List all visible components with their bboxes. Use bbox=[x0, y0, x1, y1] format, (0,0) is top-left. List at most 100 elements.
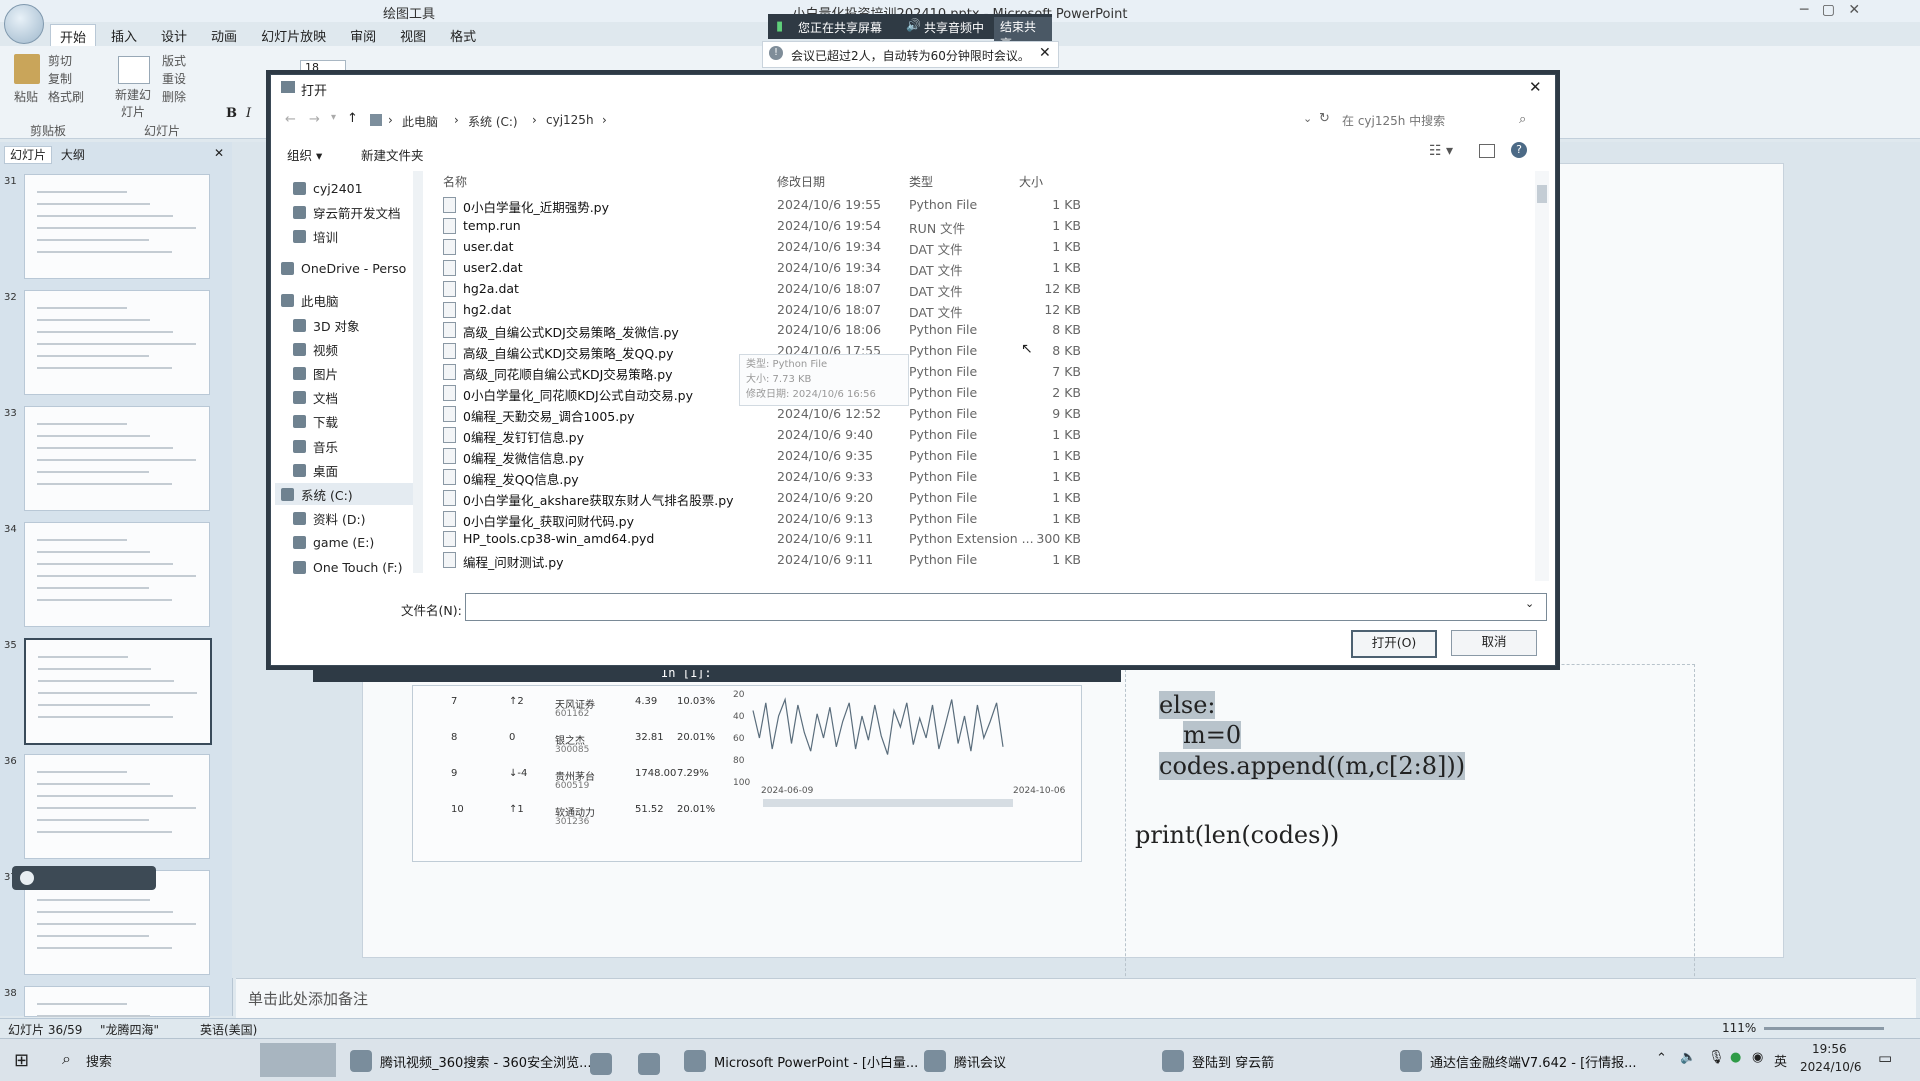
slide-thumbnail[interactable] bbox=[24, 406, 210, 511]
search-input[interactable] bbox=[1339, 108, 1541, 134]
filename-input[interactable] bbox=[465, 593, 1547, 621]
ribbon-tab-home[interactable]: 开始 bbox=[50, 24, 97, 46]
nav-item[interactable]: 下载 bbox=[293, 411, 338, 433]
nav-item[interactable]: 桌面 bbox=[293, 459, 338, 481]
slide-thumbnail[interactable] bbox=[24, 986, 210, 1065]
windows-start-icon[interactable]: ⊞ bbox=[14, 1050, 29, 1071]
taskbar-widget-image[interactable] bbox=[260, 1043, 336, 1077]
address-dropdown-icon[interactable]: ⌄ bbox=[1303, 112, 1312, 125]
cancel-button[interactable]: 取消 bbox=[1451, 630, 1537, 656]
new-slide-icon[interactable] bbox=[118, 56, 150, 84]
nav-item[interactable]: 此电脑 bbox=[281, 290, 339, 312]
tray-chevron-icon[interactable]: ⌃ bbox=[1656, 1051, 1667, 1066]
microphone-icon[interactable]: 🎙 bbox=[1708, 1050, 1725, 1065]
reset-button[interactable]: 重设 bbox=[162, 70, 186, 87]
delete-button[interactable]: 删除 bbox=[162, 88, 186, 105]
file-row[interactable]: 编程_问财测试.py 2024/10/6 9:11 Python File 1 KB bbox=[441, 550, 1521, 571]
calculator-icon[interactable] bbox=[590, 1053, 612, 1075]
paste-button[interactable]: 粘贴 bbox=[14, 88, 38, 105]
taskbar-tencent-meeting[interactable]: 腾讯会议 bbox=[924, 1047, 1006, 1075]
file-row[interactable]: 0编程_发QQ信息.py 2024/10/6 9:33 Python File 1 K… bbox=[441, 467, 1521, 488]
nav-item[interactable]: 音乐 bbox=[293, 435, 338, 457]
ime-indicator[interactable]: 英 bbox=[1774, 1051, 1787, 1070]
new-folder-button[interactable]: 新建文件夹 bbox=[361, 145, 424, 164]
file-row[interactable]: user.dat 2024/10/6 19:34 DAT 文件 1 KB bbox=[441, 237, 1521, 258]
ribbon-tab-format[interactable]: 格式 bbox=[441, 24, 485, 46]
file-row[interactable]: 高级_自编公式KDJ交易策略_发微信.py 2024/10/6 18:06 Pyth… bbox=[441, 320, 1521, 341]
format-painter-button[interactable]: 格式刷 bbox=[48, 88, 84, 105]
ribbon-tab-slideshow[interactable]: 幻灯片放映 bbox=[252, 24, 335, 46]
notification-icon[interactable]: ▭ bbox=[1878, 1049, 1892, 1067]
meeting-floating-toolbar[interactable] bbox=[12, 866, 156, 890]
column-name[interactable]: 名称 bbox=[443, 173, 467, 190]
open-button[interactable]: 打开(O) bbox=[1351, 630, 1437, 658]
nav-item[interactable]: 资料 (D:) bbox=[293, 508, 366, 530]
taskbar-search[interactable]: 搜索 bbox=[86, 1051, 112, 1070]
nav-item[interactable]: OneDrive - Perso bbox=[281, 258, 406, 280]
file-row[interactable]: 0小白学量化_近期强势.py 2024/10/6 19:55 Python File… bbox=[441, 195, 1521, 216]
breadcrumb-folder[interactable]: cyj125h bbox=[546, 113, 594, 127]
taskbar-chuanyunjian[interactable]: 登陆到 穿云箭 bbox=[1162, 1047, 1274, 1075]
wechat-icon[interactable]: ● bbox=[1730, 1050, 1741, 1065]
tab-slides[interactable]: 幻灯片 bbox=[4, 146, 53, 164]
filename-dropdown-icon[interactable]: ⌄ bbox=[1525, 597, 1534, 610]
chart-range-slider[interactable] bbox=[763, 799, 1013, 807]
slide-thumbnail[interactable] bbox=[24, 754, 210, 859]
ribbon-tab-insert[interactable]: 插入 bbox=[102, 24, 146, 46]
nav-item[interactable]: 培训 bbox=[293, 225, 338, 247]
slide-thumbnail[interactable] bbox=[24, 638, 212, 745]
recent-dropdown-icon[interactable]: ▾ bbox=[331, 112, 336, 123]
bold-button[interactable]: B bbox=[226, 106, 237, 121]
window-controls[interactable]: ─ ▢ ✕ bbox=[1800, 2, 1860, 18]
taskbar-tdx[interactable]: 通达信金融终端V7.642 - [行情报... bbox=[1400, 1047, 1637, 1075]
ribbon-tab-view[interactable]: 视图 bbox=[391, 24, 435, 46]
copy-button[interactable]: 复制 bbox=[48, 70, 72, 87]
file-row[interactable]: user2.dat 2024/10/6 19:34 DAT 文件 1 KB bbox=[441, 258, 1521, 279]
preview-pane-icon[interactable] bbox=[1479, 144, 1495, 158]
layout-button[interactable]: 版式 bbox=[162, 52, 186, 69]
close-panel-icon[interactable]: ✕ bbox=[214, 146, 224, 160]
tab-outline[interactable]: 大纲 bbox=[56, 147, 90, 163]
taskbar-browser[interactable]: 腾讯视频_360搜索 - 360安全浏览... bbox=[350, 1047, 591, 1075]
clock-time[interactable]: 19:56 bbox=[1812, 1042, 1847, 1056]
notes-pane[interactable]: 单击此处添加备注 bbox=[236, 978, 1916, 1019]
taskbar-powerpoint[interactable]: Microsoft PowerPoint - [小白量... bbox=[684, 1047, 918, 1075]
cut-button[interactable]: 剪切 bbox=[48, 52, 72, 69]
back-arrow-icon[interactable]: ← bbox=[285, 112, 296, 127]
file-list-scrollbar[interactable] bbox=[1535, 171, 1549, 581]
clock-date[interactable]: 2024/10/6 bbox=[1800, 1060, 1862, 1074]
italic-button[interactable]: I bbox=[246, 106, 251, 121]
column-size[interactable]: 大小 bbox=[1019, 173, 1043, 190]
file-row[interactable]: 0编程_发微信信息.py 2024/10/6 9:35 Python File 1 K… bbox=[441, 446, 1521, 467]
slide-thumbnail[interactable] bbox=[24, 174, 210, 279]
ribbon-tab-design[interactable]: 设计 bbox=[152, 24, 196, 46]
zoom-slider[interactable] bbox=[1764, 1027, 1884, 1030]
nav-item[interactable]: One Touch (F:) bbox=[293, 556, 402, 578]
ribbon-tab-review[interactable]: 审阅 bbox=[341, 24, 385, 46]
ribbon-tab-animation[interactable]: 动画 bbox=[202, 24, 246, 46]
close-notice-icon[interactable]: ✕ bbox=[1039, 45, 1051, 61]
search-icon[interactable]: ⌕ bbox=[62, 1049, 71, 1069]
file-row[interactable]: 0编程_发钉钉信息.py 2024/10/6 9:40 Python File 1 K… bbox=[441, 425, 1521, 446]
column-date[interactable]: 修改日期 bbox=[777, 173, 825, 190]
organize-menu[interactable]: 组织 ▾ bbox=[287, 145, 322, 164]
breadcrumb[interactable]: › 此电脑 › 系统 (C:) › cyj125h › bbox=[367, 108, 1069, 134]
nav-item[interactable]: 3D 对象 bbox=[293, 314, 360, 336]
file-row[interactable]: 高级_同花顺自编公式KDJ交易策略.py2024/10/6 16:56Pytho… bbox=[441, 362, 1521, 383]
view-options-icon[interactable]: ☷ ▾ bbox=[1429, 143, 1453, 159]
scrollbar-thumb[interactable] bbox=[1537, 185, 1547, 203]
breadcrumb-drive-c[interactable]: 系统 (C:) bbox=[468, 113, 518, 130]
file-row[interactable]: HP_tools.cp38-win_amd64.pyd 2024/10/6 9:1… bbox=[441, 529, 1521, 550]
nav-item[interactable]: 系统 (C:) bbox=[275, 483, 417, 506]
nav-item[interactable]: cyj2401 bbox=[293, 177, 363, 199]
new-slide-button[interactable]: 新建幻灯片 bbox=[110, 86, 156, 120]
file-row[interactable]: 0小白学量化_获取问财代码.py 2024/10/6 9:13 Python Fil… bbox=[441, 509, 1521, 530]
nav-scrollbar[interactable] bbox=[413, 171, 423, 573]
breadcrumb-this-pc[interactable]: 此电脑 bbox=[402, 113, 438, 130]
slide-thumbnail[interactable] bbox=[24, 522, 210, 627]
help-icon[interactable]: ? bbox=[1511, 142, 1527, 158]
nav-item[interactable]: game (E:) bbox=[293, 532, 374, 554]
slide-thumbnail[interactable] bbox=[24, 290, 210, 395]
nav-item[interactable]: 视频 bbox=[293, 338, 338, 360]
forward-arrow-icon[interactable]: → bbox=[309, 112, 320, 127]
